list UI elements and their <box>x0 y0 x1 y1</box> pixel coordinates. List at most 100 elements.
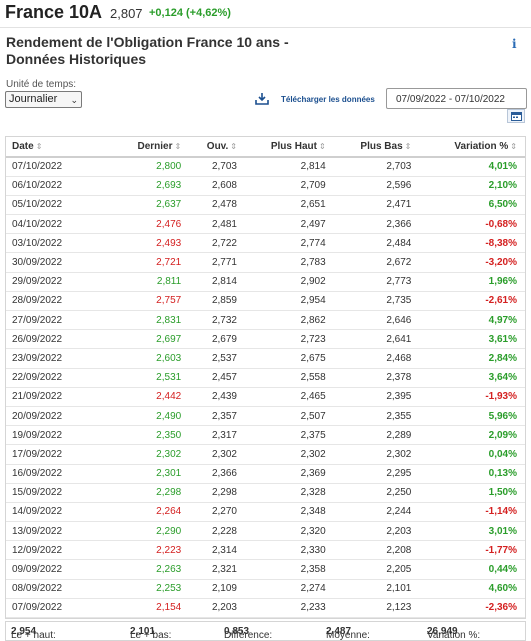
cell-high: 2,330 <box>244 540 334 561</box>
sort-icon: ⇕ <box>174 142 182 151</box>
cell-change: 0,13% <box>419 464 525 484</box>
column-header-low[interactable]: Plus Bas ⇕ <box>333 137 420 158</box>
cell-low: 2,703 <box>333 157 420 177</box>
instrument-name: France 10A <box>5 2 103 22</box>
table-row: 12/09/2022 2,223 2,314 2,330 2,208 -1,77% <box>6 540 525 561</box>
cell-date: 12/09/2022 <box>6 540 104 561</box>
cell-date: 04/10/2022 <box>6 214 104 235</box>
cell-high: 2,302 <box>244 444 334 465</box>
cell-date: 05/10/2022 <box>6 195 104 216</box>
cell-last: 2,350 <box>103 425 190 446</box>
historical-data-table: Date ⇕ Dernier ⇕ Ouv. ⇕ Plus Haut ⇕ Plus Bas… <box>5 136 526 619</box>
cell-date: 23/09/2022 <box>6 348 104 369</box>
cell-change: -1,14% <box>419 502 525 523</box>
cell-open: 2,703 <box>189 157 245 177</box>
cell-last: 2,301 <box>103 464 190 484</box>
cell-last: 2,811 <box>103 272 190 292</box>
cell-low: 2,244 <box>333 502 420 523</box>
cell-change: 4,97% <box>419 310 525 331</box>
cell-high: 2,558 <box>244 368 334 388</box>
sort-icon: ⇕ <box>404 142 412 151</box>
download-icon[interactable] <box>255 92 269 105</box>
cell-date: 20/09/2022 <box>6 406 104 427</box>
table-row: 13/09/2022 2,290 2,228 2,320 2,203 3,01% <box>6 521 525 542</box>
info-icon[interactable]: i <box>512 37 517 51</box>
cell-low: 2,302 <box>333 444 420 465</box>
cell-high: 2,274 <box>244 579 334 599</box>
table-row: 19/09/2022 2,350 2,317 2,375 2,289 2,09% <box>6 425 525 446</box>
cell-last: 2,264 <box>103 502 190 523</box>
cell-high: 2,348 <box>244 502 334 523</box>
cell-low: 2,471 <box>333 195 420 216</box>
table-row: 23/09/2022 2,603 2,537 2,675 2,468 2,84% <box>6 348 525 369</box>
cell-change: -2,36% <box>419 598 525 619</box>
table-row: 15/09/2022 2,298 2,298 2,328 2,250 1,50% <box>6 483 525 503</box>
cell-low: 2,366 <box>333 214 420 235</box>
cell-date: 30/09/2022 <box>6 252 104 273</box>
cell-open: 2,270 <box>189 502 245 523</box>
cell-last: 2,831 <box>103 310 190 331</box>
cell-open: 2,608 <box>189 176 245 196</box>
cell-change: 0,44% <box>419 559 525 580</box>
cell-date: 14/09/2022 <box>6 502 104 523</box>
cell-high: 2,774 <box>244 233 334 254</box>
cell-high: 2,902 <box>244 272 334 292</box>
cell-open: 2,537 <box>189 348 245 369</box>
cell-change: 3,64% <box>419 368 525 388</box>
cell-high: 2,358 <box>244 559 334 580</box>
cell-date: 15/09/2022 <box>6 483 104 503</box>
calendar-button[interactable] <box>507 109 525 123</box>
summary-variation: Variation %: 26,949 <box>427 626 481 641</box>
cell-open: 2,814 <box>189 272 245 292</box>
table-row: 08/09/2022 2,253 2,109 2,274 2,101 4,60% <box>6 579 525 599</box>
cell-date: 27/09/2022 <box>6 310 104 331</box>
table-row: 30/09/2022 2,721 2,771 2,783 2,672 -3,20% <box>6 252 525 273</box>
cell-open: 2,298 <box>189 483 245 503</box>
cell-open: 2,314 <box>189 540 245 561</box>
column-header-date[interactable]: Date ⇕ <box>6 137 104 158</box>
cell-change: -1,77% <box>419 540 525 561</box>
cell-last: 2,693 <box>103 176 190 196</box>
table-row: 04/10/2022 2,476 2,481 2,497 2,366 -0,68% <box>6 214 525 235</box>
column-header-high[interactable]: Plus Haut ⇕ <box>244 137 334 158</box>
cell-change: -0,68% <box>419 214 525 235</box>
cell-high: 2,320 <box>244 521 334 542</box>
cell-last: 2,476 <box>103 214 190 235</box>
cell-change: 6,50% <box>419 195 525 216</box>
table-row: 21/09/2022 2,442 2,439 2,465 2,395 -1,93% <box>6 387 525 407</box>
cell-open: 2,302 <box>189 444 245 465</box>
date-range-input[interactable]: 07/09/2022 - 07/10/2022 <box>386 88 527 109</box>
cell-last: 2,290 <box>103 521 190 542</box>
cell-open: 2,439 <box>189 387 245 407</box>
cell-low: 2,484 <box>333 233 420 254</box>
cell-low: 2,203 <box>333 521 420 542</box>
cell-low: 2,208 <box>333 540 420 561</box>
summary-bar: Le + haut: 2,954 Le + bas: 2,101 Différe… <box>5 621 526 641</box>
cell-high: 2,233 <box>244 598 334 619</box>
table-row: 28/09/2022 2,757 2,859 2,954 2,735 -2,61% <box>6 291 525 312</box>
cell-change: 3,01% <box>419 521 525 542</box>
cell-date: 03/10/2022 <box>6 233 104 254</box>
cell-date: 26/09/2022 <box>6 329 104 350</box>
column-header-open[interactable]: Ouv. ⇕ <box>189 137 245 158</box>
column-header-change[interactable]: Variation % ⇕ <box>419 137 525 158</box>
download-data-link[interactable]: Télécharger les données <box>281 95 375 104</box>
cell-low: 2,378 <box>333 368 420 388</box>
table-row: 20/09/2022 2,490 2,357 2,507 2,355 5,96% <box>6 406 525 427</box>
cell-last: 2,490 <box>103 406 190 427</box>
section-title: Rendement de l'Obligation France 10 ans … <box>6 34 289 67</box>
cell-open: 2,109 <box>189 579 245 599</box>
cell-high: 2,783 <box>244 252 334 273</box>
cell-last: 2,603 <box>103 348 190 369</box>
cell-change: 1,50% <box>419 483 525 503</box>
cell-low: 2,672 <box>333 252 420 273</box>
cell-low: 2,295 <box>333 464 420 484</box>
cell-last: 2,637 <box>103 195 190 216</box>
column-header-last[interactable]: Dernier ⇕ <box>103 137 190 158</box>
cell-change: 2,10% <box>419 176 525 196</box>
cell-last: 2,721 <box>103 252 190 273</box>
cell-open: 2,478 <box>189 195 245 216</box>
timeframe-select[interactable]: Journalier ⌄ <box>5 91 82 108</box>
table-row: 17/09/2022 2,302 2,302 2,302 2,302 0,04% <box>6 444 525 465</box>
cell-date: 07/10/2022 <box>6 157 104 177</box>
